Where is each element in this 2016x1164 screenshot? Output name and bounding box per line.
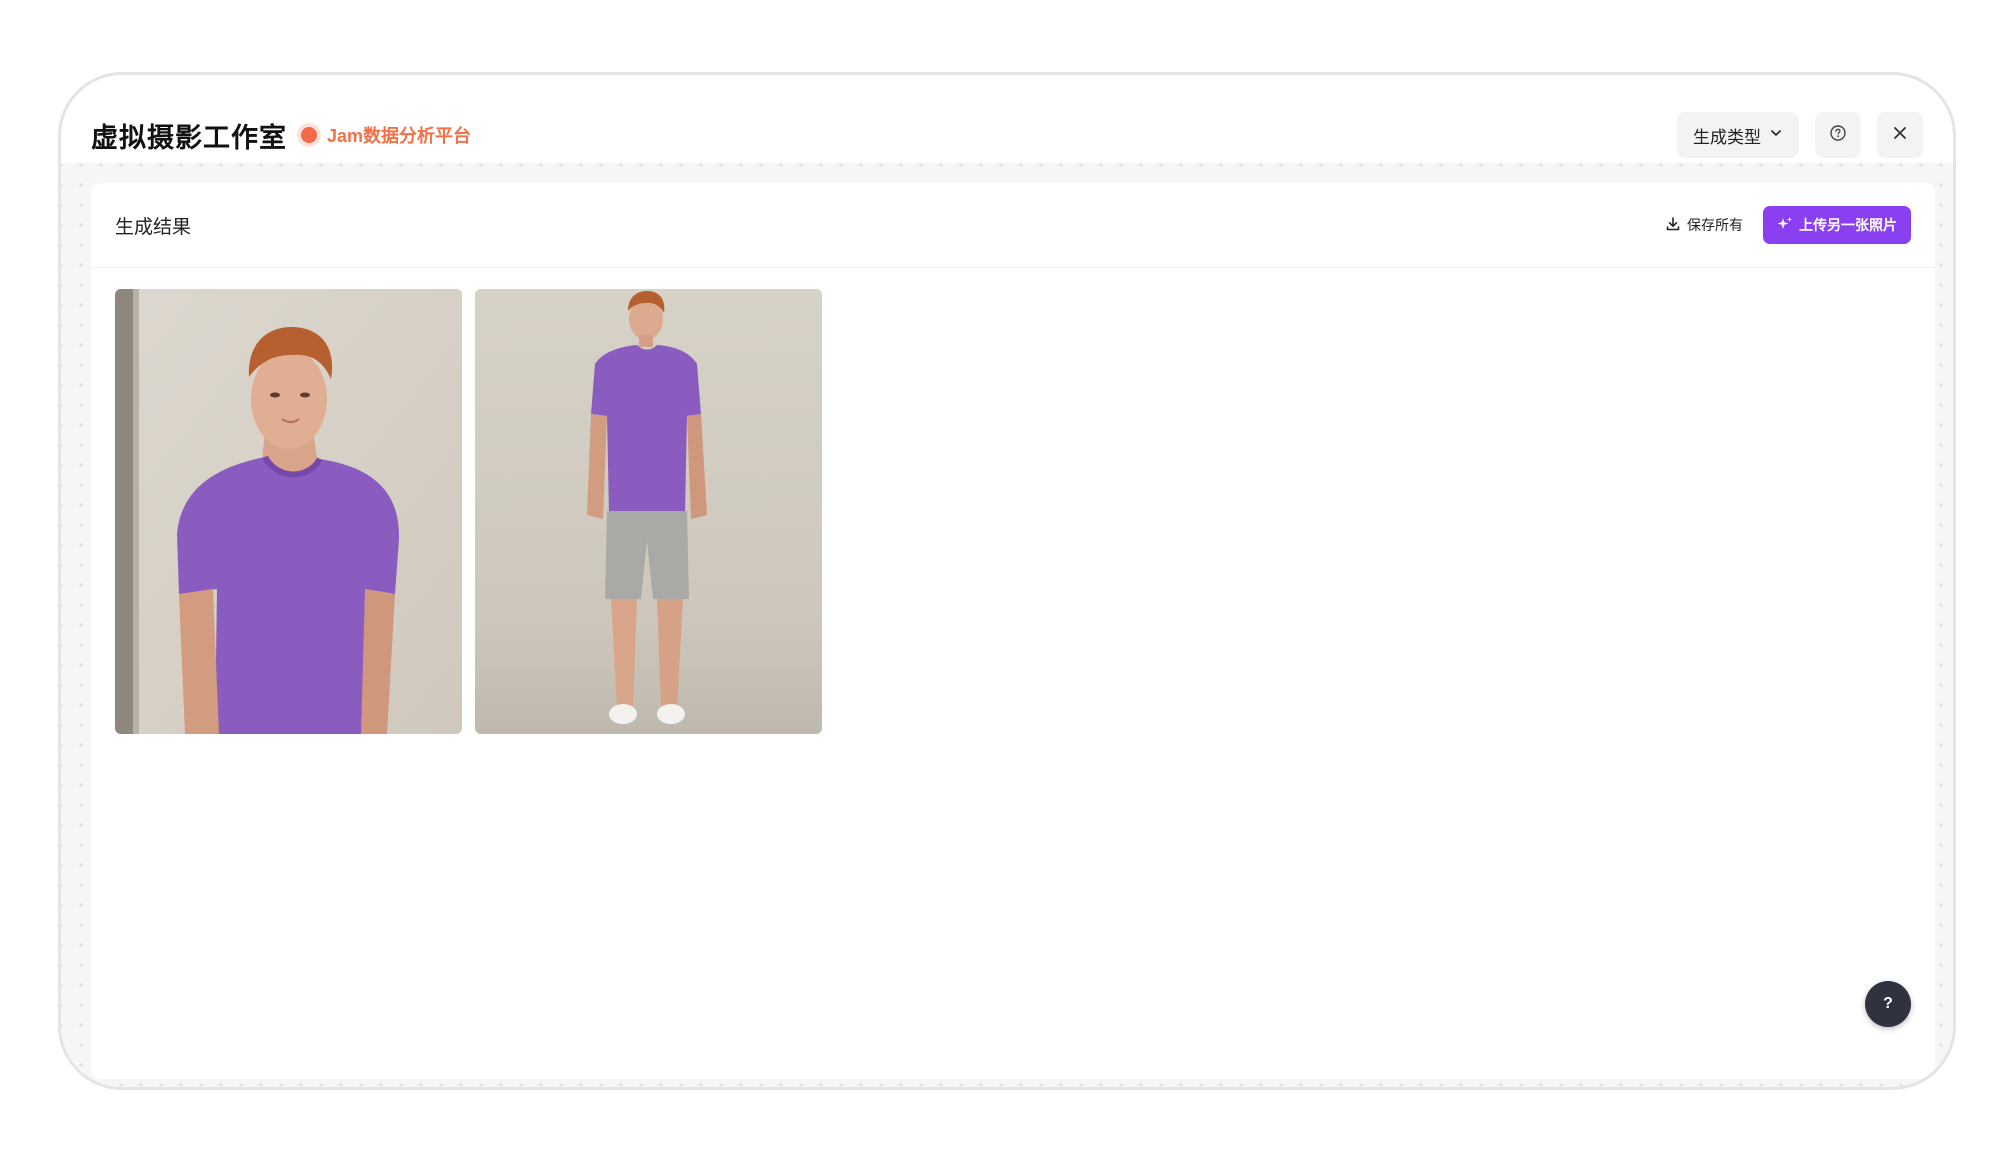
download-icon xyxy=(1665,216,1681,235)
generation-type-label: 生成类型 xyxy=(1693,127,1761,147)
results-gallery xyxy=(115,289,822,734)
results-header: 生成结果 保存所有 上传另一张照片 xyxy=(91,183,1935,268)
question-circle-icon xyxy=(1829,124,1847,147)
results-actions: 保存所有 上传另一张照片 xyxy=(1665,206,1911,244)
app-window: 虚拟摄影工作室 Jam数据分析平台 生成类型 生成结果 保存所有 上传另一张照片… xyxy=(58,72,1956,1090)
upload-another-photo-button[interactable]: 上传另一张照片 xyxy=(1763,206,1911,244)
help-fab-button[interactable]: ? xyxy=(1865,981,1911,1027)
chevron-down-icon xyxy=(1769,125,1783,145)
platform-dot-icon xyxy=(301,127,317,143)
platform-name: Jam数据分析平台 xyxy=(327,126,472,146)
generation-type-select[interactable]: 生成类型 xyxy=(1677,112,1799,158)
results-panel: 生成结果 保存所有 上传另一张照片 ? xyxy=(91,183,1935,1079)
result-image-1[interactable] xyxy=(115,289,462,734)
sparkle-icon xyxy=(1777,216,1793,235)
help-button[interactable] xyxy=(1815,112,1861,158)
upload-another-photo-label: 上传另一张照片 xyxy=(1799,217,1897,233)
workspace-canvas: 生成结果 保存所有 上传另一张照片 ? xyxy=(61,163,1953,1087)
result-image-2[interactable] xyxy=(475,289,822,734)
brand: 虚拟摄影工作室 Jam数据分析平台 xyxy=(91,116,471,155)
save-all-label: 保存所有 xyxy=(1687,217,1743,233)
app-title: 虚拟摄影工作室 xyxy=(91,122,287,153)
save-all-button[interactable]: 保存所有 xyxy=(1665,215,1743,235)
close-icon xyxy=(1891,124,1909,147)
platform-badge: Jam数据分析平台 xyxy=(301,122,471,148)
header-actions: 生成类型 xyxy=(1677,112,1923,158)
close-button[interactable] xyxy=(1877,112,1923,158)
results-title: 生成结果 xyxy=(115,216,192,238)
